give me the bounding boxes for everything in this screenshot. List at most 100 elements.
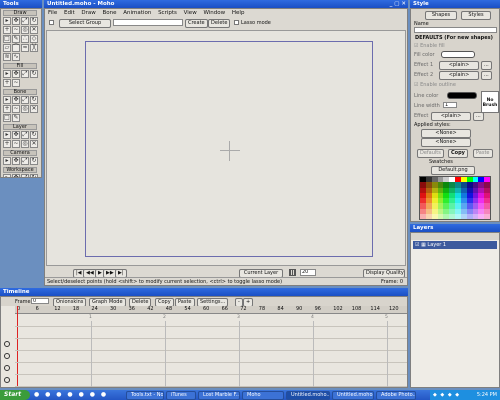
translate-layer-tool-icon[interactable]: ✥ [12, 131, 20, 139]
canvas-area[interactable] [46, 30, 406, 266]
bind-layer-tool-icon[interactable]: □ [3, 114, 11, 122]
effect2-more-button[interactable]: ... [481, 71, 492, 80]
track-row[interactable] [15, 363, 407, 375]
window-controls[interactable]: _ ▢ ✕ [390, 0, 406, 8]
freehand-tool-icon[interactable]: ✎ [12, 35, 20, 43]
zoom-input[interactable]: 20 [300, 269, 316, 276]
taskbar-item[interactable]: Tools.txt - Note... [126, 391, 164, 400]
menu-scripts[interactable]: Scripts [158, 10, 177, 16]
hide-edge-tool-icon[interactable]: ╳ [30, 44, 38, 52]
menu-bone[interactable]: Bone [103, 10, 117, 16]
effect2-select[interactable]: <plain> [439, 71, 479, 80]
line-width-input[interactable]: 1 [443, 102, 457, 108]
pan-tool-icon[interactable]: ▸ [3, 174, 11, 177]
applied-style-2-select[interactable]: <None> [421, 138, 471, 147]
fill-color-swatch[interactable] [441, 51, 475, 58]
bind-points-tool-icon[interactable]: ✎ [12, 114, 20, 122]
menu-window[interactable]: Window [203, 10, 225, 16]
translate-bone-tool-icon[interactable]: ✥ [12, 96, 20, 104]
delete-group-button[interactable]: Delete [208, 19, 231, 28]
rotate-bone-tool-icon[interactable]: ↻ [30, 96, 38, 104]
frame-input[interactable]: 0 [31, 298, 49, 304]
add-point-tool-icon[interactable]: + [3, 26, 11, 34]
translate-points-tool-icon[interactable]: ✥ [12, 17, 20, 25]
defaults-button[interactable]: Defaults [417, 149, 444, 158]
delete-shape-tool-icon[interactable]: ↻ [30, 70, 38, 78]
curvature-tool-icon[interactable]: ~ [12, 26, 20, 34]
style-name-input[interactable] [414, 27, 497, 33]
add-bone-tool-icon[interactable]: + [3, 105, 11, 113]
effect-select[interactable]: <plain> [431, 112, 471, 121]
track-row[interactable] [15, 351, 407, 363]
zoom-camera-tool-icon[interactable]: ✥ [12, 157, 20, 165]
start-button[interactable]: Start [0, 390, 30, 400]
create-group-button[interactable]: Create [185, 19, 208, 28]
enable-outline-checkbox[interactable]: ☑ Enable outline [414, 82, 456, 88]
menu-view[interactable]: View [184, 10, 197, 16]
reparent-bone-tool-icon[interactable]: ~ [12, 105, 20, 113]
quick-launch[interactable]: ● ● ● ● ● ● ● [34, 391, 124, 399]
taskbar-item[interactable]: Lost Marble F... [198, 391, 240, 400]
timeline-ruler[interactable]: 0 6 12 18 24 30 36 42 48 54 60 66 72 78 84 90 96 102 108 11… [15, 306, 407, 314]
enable-fill-checkbox[interactable]: ☑ Enable fill [414, 43, 445, 49]
layer-visibility-checkbox[interactable]: ☑ [415, 241, 419, 249]
shapes-tab[interactable]: Shapes [425, 11, 457, 20]
taskbar-item[interactable]: iTunes [166, 391, 196, 400]
rotate-layer-z-tool-icon[interactable]: ↻ [30, 131, 38, 139]
track-row[interactable] [15, 339, 407, 351]
taskbar-item[interactable]: Adobe Photo... [376, 391, 416, 400]
effect1-select[interactable]: <plain> [439, 61, 479, 70]
delete-edge-tool-icon[interactable]: ✕ [30, 26, 38, 34]
curvature-alt-tool-icon[interactable]: ∿ [12, 53, 20, 61]
bend-tool-icon[interactable]: ⌒ [12, 44, 20, 52]
rotate-layer-xy-tool-icon[interactable]: + [3, 140, 11, 148]
track-row[interactable] [15, 315, 407, 327]
menu-draw[interactable]: Draw [81, 10, 95, 16]
noise-tool-icon[interactable]: ≈ [21, 44, 29, 52]
pan-tilt-camera-tool-icon[interactable]: ↻ [30, 157, 38, 165]
track-row[interactable] [15, 327, 407, 339]
timeline-tracks[interactable]: 1 2 3 4 5 [15, 315, 407, 387]
select-bone-tool-icon[interactable]: ▸ [3, 96, 11, 104]
shear-tool-icon[interactable]: ▱ [3, 44, 11, 52]
taskbar-item[interactable]: Moho [242, 391, 284, 400]
group-checkbox[interactable] [49, 20, 54, 25]
select-shape-tool-icon[interactable]: ▸ [3, 70, 11, 78]
applied-style-1-select[interactable]: <None> [421, 129, 471, 138]
paste-style-button[interactable]: Paste [473, 149, 493, 158]
shear-layer-tool-icon[interactable]: ~ [12, 140, 20, 148]
select-points-tool-icon[interactable]: ▸ [3, 17, 11, 25]
effect1-more-button[interactable]: ... [481, 61, 492, 70]
paint-bucket-tool-icon[interactable]: ⤢ [21, 70, 29, 78]
menu-animation[interactable]: Animation [123, 10, 151, 16]
group-select[interactable]: Select Group [59, 19, 111, 28]
scale-bone-tool-icon[interactable]: ⤢ [21, 96, 29, 104]
switch-layer-tool-icon[interactable]: ◎ [21, 140, 29, 148]
orbit-workspace-tool-icon[interactable]: ↻ [30, 174, 38, 177]
layer-row[interactable]: ☑ ▦ Layer 1 [413, 241, 497, 249]
bone-strength-tool-icon[interactable]: ◎ [21, 105, 29, 113]
color-swatch-grid[interactable] [419, 176, 491, 220]
zoom-tool-icon[interactable]: ✥ [12, 174, 20, 177]
track-camera-tool-icon[interactable]: ▸ [3, 157, 11, 165]
perspective-tool-icon[interactable]: ◇ [30, 35, 38, 43]
tray-icons[interactable]: ◆ ◆ ◆ ◆ [433, 392, 460, 398]
manipulate-bones-tool-icon[interactable]: ✕ [30, 105, 38, 113]
menu-help[interactable]: Help [232, 10, 245, 16]
copy-style-button[interactable]: Copy [448, 149, 468, 158]
swatches-select[interactable]: Default.png [431, 166, 475, 175]
create-shape-tool-icon[interactable]: ✥ [12, 70, 20, 78]
lasso-checkbox[interactable] [234, 20, 239, 25]
line-color-swatch[interactable] [447, 92, 477, 99]
track-row[interactable] [15, 375, 407, 387]
hide-edge-tool-icon[interactable]: ~ [12, 79, 20, 87]
styles-tab[interactable]: Styles [461, 11, 491, 20]
scale-layer-tool-icon[interactable]: ⤢ [21, 131, 29, 139]
menu-edit[interactable]: Edit [64, 10, 75, 16]
scatter-brush-tool-icon[interactable]: ∴ [21, 35, 29, 43]
roll-camera-tool-icon[interactable]: ⤢ [21, 157, 29, 165]
line-width-tool-icon[interactable]: + [3, 79, 11, 87]
scale-points-tool-icon[interactable]: ⤢ [21, 17, 29, 25]
taskbar-item[interactable]: Untitled.moho... [332, 391, 374, 400]
draw-shape-tool-icon[interactable]: □ [3, 35, 11, 43]
